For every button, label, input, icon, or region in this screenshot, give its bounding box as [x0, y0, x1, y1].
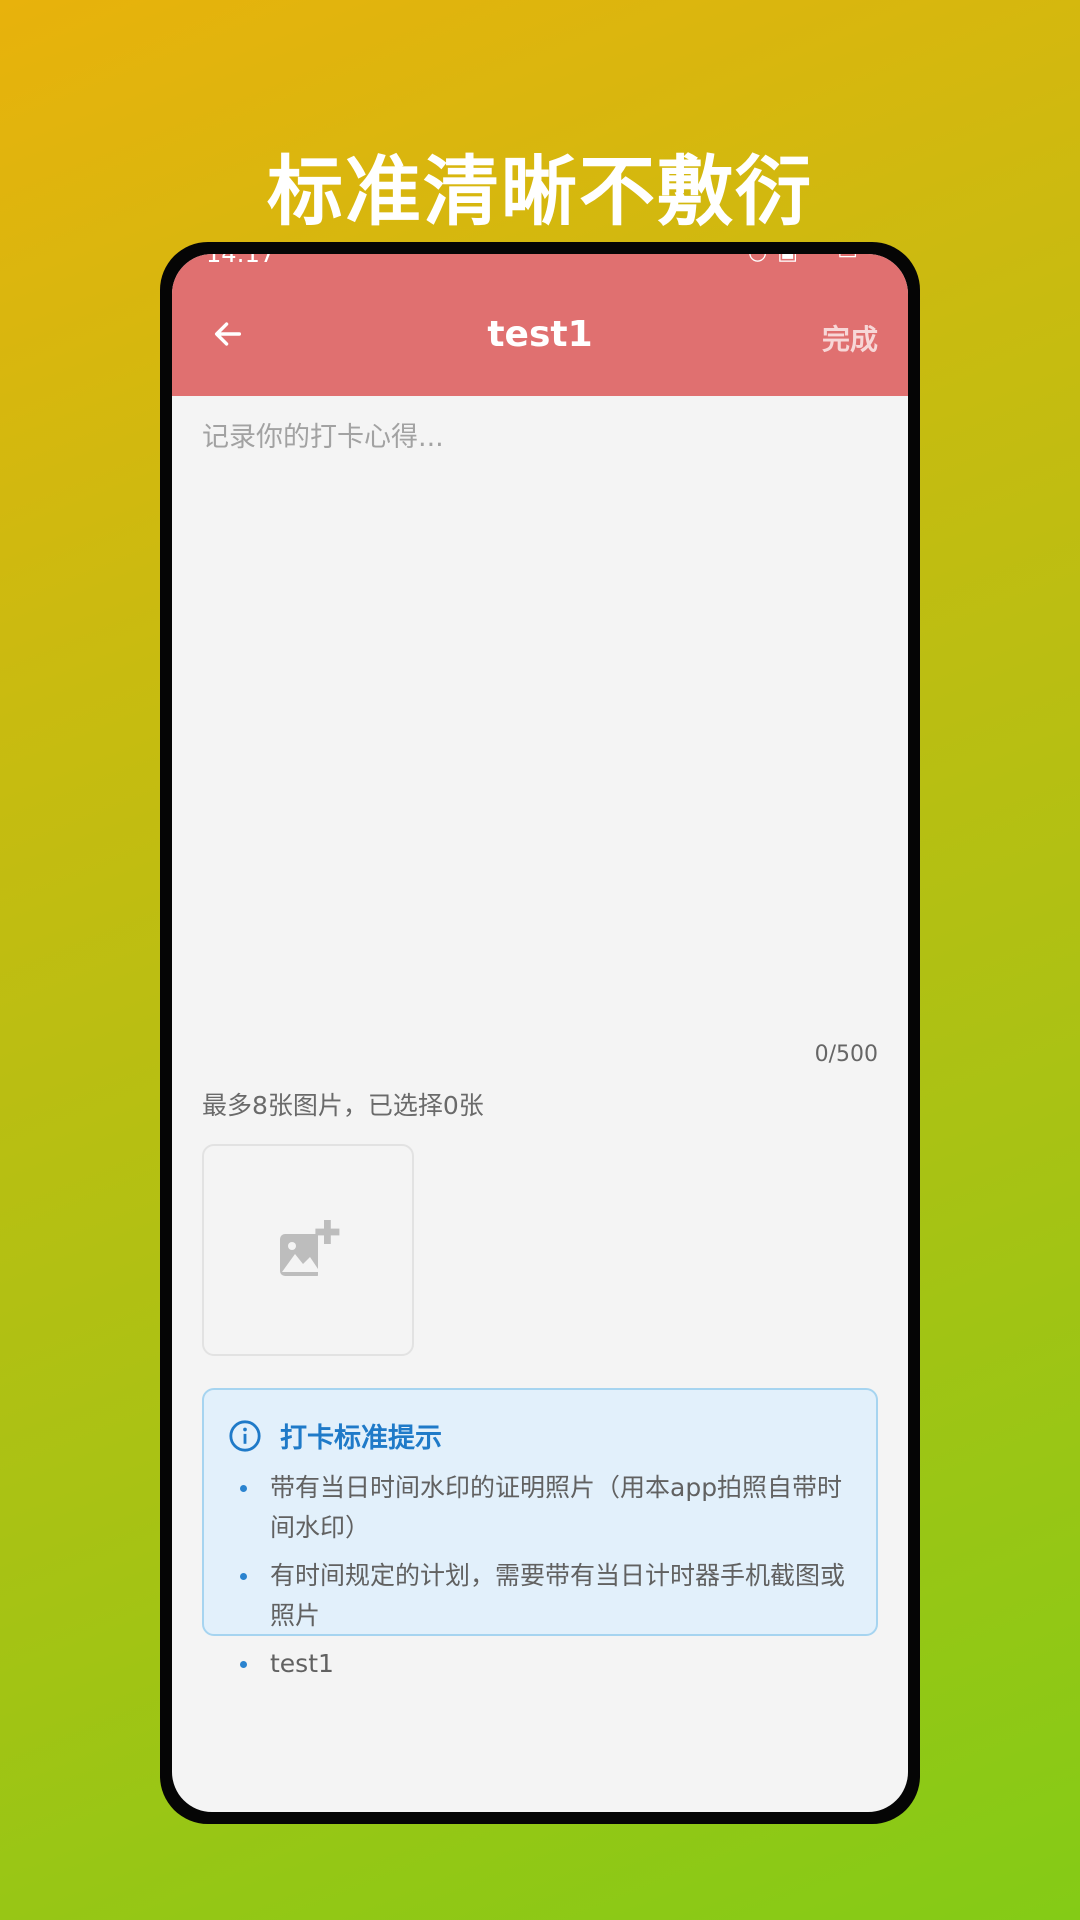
status-icons: ◔▣◠▭: [748, 254, 868, 265]
bell-off-icon: ◔: [748, 254, 777, 265]
tips-list: 带有当日时间水印的证明照片（用本app拍照自带时间水印） 有时间规定的计划，需要…: [240, 1468, 850, 1692]
app-screen: 14:17 ◔▣◠▭ test1 完成 0/500 最多8张图片，已选择0张: [172, 254, 908, 1812]
phone-frame: 14:17 ◔▣◠▭ test1 完成 0/500 最多8张图片，已选择0张: [160, 242, 920, 1824]
sim-icon: ▣: [777, 254, 808, 265]
check-in-standards-card: 打卡标准提示 带有当日时间水印的证明照片（用本app拍照自带时间水印） 有时间规…: [202, 1388, 878, 1678]
tips-header: 打卡标准提示: [228, 1416, 442, 1455]
add-photo-icon: [280, 1220, 340, 1280]
status-time: 14:17: [206, 254, 275, 266]
back-button[interactable]: [206, 312, 250, 356]
battery-icon: ▭: [837, 254, 868, 265]
char-counter: 0/500: [814, 1042, 878, 1067]
app-bar: 14:17 ◔▣◠▭ test1 完成: [172, 254, 908, 396]
banner-headline: 标准清晰不敷衍: [267, 147, 813, 236]
check-in-note-input[interactable]: [202, 418, 878, 1008]
arrow-left-icon: [214, 322, 242, 346]
add-photo-button[interactable]: [202, 1144, 414, 1356]
status-bar: 14:17 ◔▣◠▭: [172, 254, 908, 266]
tips-item: 带有当日时间水印的证明照片（用本app拍照自带时间水印）: [240, 1468, 850, 1548]
done-button[interactable]: 完成: [822, 318, 878, 358]
tips-item: test1: [240, 1644, 850, 1684]
photo-limit-hint: 最多8张图片，已选择0张: [202, 1091, 484, 1120]
tips-item: 有时间规定的计划，需要带有当日计时器手机截图或照片: [240, 1556, 850, 1636]
info-icon: [229, 1419, 261, 1452]
tips-title: 打卡标准提示: [280, 1423, 442, 1454]
page-title: test1: [487, 314, 593, 355]
wifi-icon: ◠: [808, 254, 837, 265]
